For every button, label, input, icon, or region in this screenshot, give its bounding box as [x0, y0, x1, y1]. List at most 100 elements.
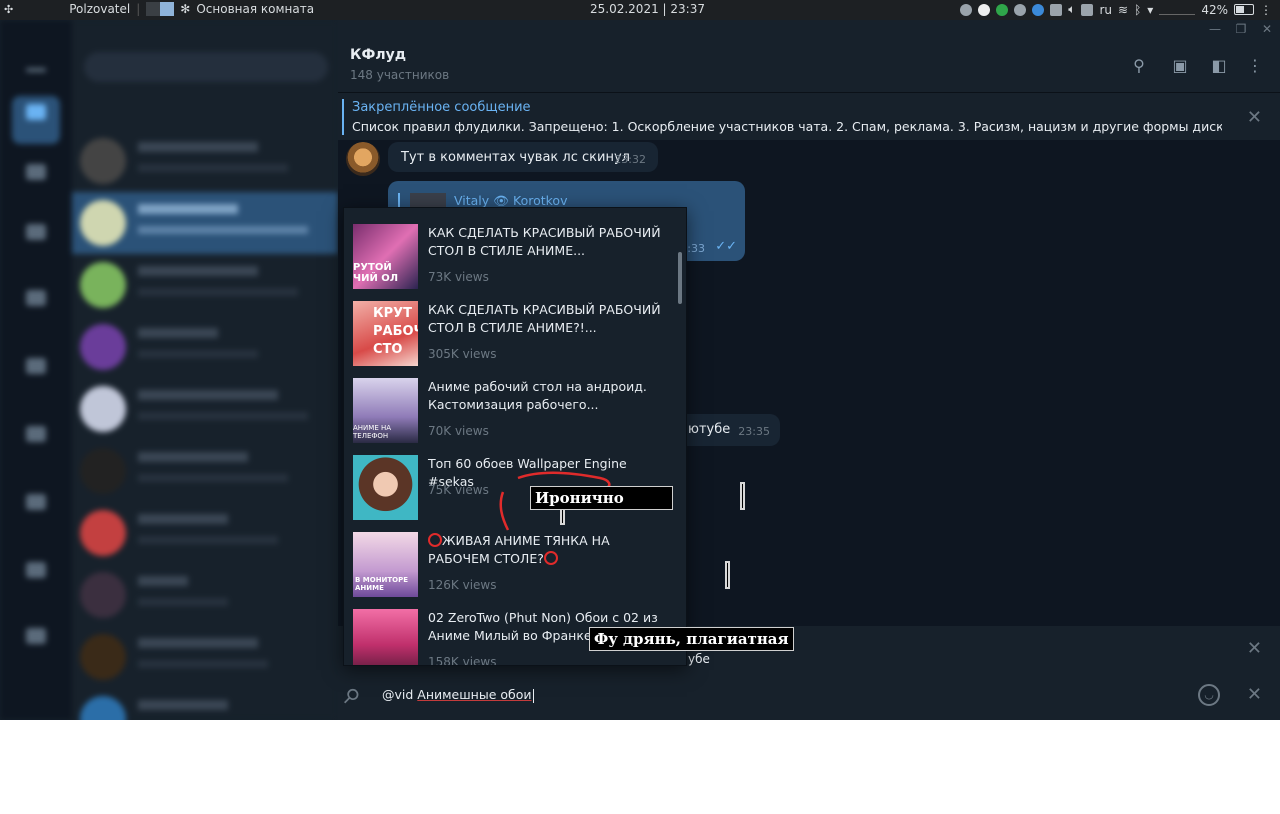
battery-icon[interactable]	[1234, 4, 1254, 15]
blank-area	[0, 720, 1280, 814]
message-bubble[interactable]: Тут в комментах чувак лс скинул 23:32	[388, 142, 658, 172]
minimize-icon[interactable]: —	[1204, 20, 1226, 40]
pinned-message[interactable]: Закреплённое сообщение Список правил флу…	[338, 92, 1280, 140]
folder-item[interactable]	[12, 418, 60, 466]
panel-menu-icon[interactable]: ⋮	[1260, 3, 1272, 17]
sidebar-toggle-icon[interactable]: ◧	[1207, 54, 1231, 78]
folder-item[interactable]	[12, 486, 60, 534]
close-icon[interactable]: ✕	[1247, 684, 1262, 705]
result-thumbnail	[353, 455, 418, 520]
scrollbar[interactable]	[678, 252, 682, 304]
bracket-mark	[740, 482, 745, 510]
tray-expand-icon[interactable]: ▾	[1147, 3, 1153, 17]
system-panel: ✣ Polzovatel | ✻ Основная комната 25.02.…	[0, 0, 1280, 20]
steam-icon[interactable]	[1014, 3, 1027, 16]
member-count[interactable]: 148 участников	[350, 68, 449, 82]
result-thumbnail: РУТОЙ ЧИЙ ОЛ	[353, 224, 418, 289]
cloud-icon[interactable]	[960, 3, 973, 16]
bluetooth-icon[interactable]: ᛒ	[1134, 3, 1141, 17]
result-item[interactable]: КРУТ РАБОЧ СТО КАК СДЕЛАТЬ КРАСИВЫЙ РАБО…	[344, 292, 674, 369]
double-check-icon: ✓✓	[715, 239, 737, 254]
bot-query: Анимешные обои	[417, 687, 532, 702]
tray-app-icon[interactable]	[978, 3, 991, 16]
caption-plagiat: Фу дрянь, плагиатная	[589, 627, 794, 651]
result-views: 73K views	[428, 270, 489, 284]
voice-chat-icon[interactable]: ▣	[1168, 54, 1192, 78]
text-cursor	[532, 688, 534, 703]
clock[interactable]: 25.02.2021 | 23:37	[590, 2, 705, 16]
result-thumbnail: АНИМЕ НА ТЕЛЕФОН	[353, 378, 418, 443]
pinned-label: Закреплённое сообщение	[352, 100, 531, 115]
clipboard-icon[interactable]	[1081, 3, 1094, 16]
chat-row[interactable]	[72, 130, 338, 192]
chat-header: КФлуд 148 участников ⚲ ▣ ◧ ⋮ — ❐ ✕	[338, 20, 1280, 92]
folder-item[interactable]	[12, 620, 60, 668]
wifi-icon[interactable]: ≋	[1118, 3, 1128, 17]
attach-icon[interactable]: ⚲	[338, 682, 365, 709]
red-circle-marker	[543, 551, 558, 565]
search-input[interactable]	[84, 52, 328, 82]
result-item[interactable]: АНИМЕ НА ТЕЛЕФОН Аниме рабочий стол на а…	[344, 369, 674, 446]
chat-row[interactable]	[72, 688, 338, 720]
message-input[interactable]: @vid Анимешные обои	[382, 687, 534, 703]
result-thumbnail: КРУТ РАБОЧ СТО	[353, 301, 418, 366]
pager-icon[interactable]	[146, 2, 175, 16]
close-window-icon[interactable]: ✕	[1256, 20, 1278, 40]
result-item[interactable]: Топ 60 обоев Wallpaper Engine #sekas 75K…	[344, 446, 674, 523]
updates-icon[interactable]	[1032, 3, 1045, 16]
message-text: ютубе	[688, 422, 731, 437]
emoji-icon[interactable]: ◡	[1198, 684, 1220, 706]
result-thumbnail: В МОНИТОРЕ АНИМЕ	[353, 532, 418, 597]
telegram-tray-icon[interactable]	[996, 3, 1009, 16]
chat-row[interactable]	[72, 378, 338, 440]
volume-icon[interactable]: 🔈︎	[1068, 2, 1075, 17]
result-views: 305K views	[428, 347, 497, 361]
close-icon[interactable]: ✕	[1247, 107, 1262, 128]
result-title: Аниме рабочий стол на андроид. Кастомиза…	[428, 379, 647, 412]
more-icon[interactable]: ⋮	[1243, 54, 1267, 78]
result-item[interactable]: РУТОЙ ЧИЙ ОЛ КАК СДЕЛАТЬ КРАСИВЫЙ РАБОЧИ…	[344, 215, 674, 292]
message-time: 23:35	[738, 425, 770, 438]
folder-item[interactable]	[12, 554, 60, 602]
message-text: Тут в комментах чувак лс скинул	[401, 150, 630, 165]
blurred-chat-list	[0, 20, 338, 720]
search-icon[interactable]: ⚲	[1127, 54, 1151, 78]
user-name[interactable]: Polzovatel	[69, 2, 130, 16]
battery-level[interactable]: 42%	[1201, 3, 1228, 17]
room-icon: ✻	[180, 2, 191, 16]
chat-row[interactable]	[72, 316, 338, 378]
chat-row[interactable]	[72, 502, 338, 564]
result-item[interactable]: В МОНИТОРЕ АНИМЕ ЖИВАЯ АНИМЕ ТЯНКА НА РА…	[344, 523, 674, 600]
folder-item[interactable]	[12, 282, 60, 330]
room-name[interactable]: Основная комната	[196, 2, 314, 16]
folder-item[interactable]	[12, 350, 60, 398]
pinned-accent-bar	[342, 99, 344, 135]
red-circle-marker	[428, 533, 442, 547]
result-title: КАК СДЕЛАТЬ КРАСИВЫЙ РАБОЧИЙ СТОЛ В СТИЛ…	[428, 225, 661, 258]
chat-row[interactable]	[72, 254, 338, 316]
menu-icon[interactable]	[12, 50, 60, 98]
chat-row[interactable]	[72, 626, 338, 688]
result-views: 70K views	[428, 424, 489, 438]
chat-list	[72, 20, 338, 720]
chat-row[interactable]	[72, 440, 338, 502]
kde-launcher-icon[interactable]: ✣	[4, 3, 13, 16]
message-time: 23:32	[614, 153, 646, 166]
close-icon[interactable]: ✕	[1247, 638, 1262, 659]
maximize-icon[interactable]: ❐	[1230, 20, 1252, 40]
bot-prefix: @vid	[382, 687, 418, 702]
folder-item[interactable]	[12, 216, 60, 264]
folder-item[interactable]	[12, 156, 60, 204]
message-composer: ⚲ @vid Анимешные обои ◡ ✕	[338, 672, 1280, 720]
network-icon[interactable]	[1050, 3, 1063, 16]
avatar[interactable]	[346, 142, 380, 176]
chat-row[interactable]	[72, 192, 338, 254]
bracket-mark	[725, 561, 730, 589]
chat-title[interactable]: КФлуд	[350, 47, 406, 63]
keyboard-layout[interactable]: ru	[1099, 3, 1112, 17]
chat-row[interactable]	[72, 564, 338, 626]
result-title: КАК СДЕЛАТЬ КРАСИВЫЙ РАБОЧИЙ СТОЛ В СТИЛ…	[428, 302, 661, 335]
inline-results-popup: РУТОЙ ЧИЙ ОЛ КАК СДЕЛАТЬ КРАСИВЫЙ РАБОЧИ…	[343, 207, 687, 666]
result-views: 158K views	[428, 655, 497, 666]
folder-all-chats[interactable]	[12, 96, 60, 144]
